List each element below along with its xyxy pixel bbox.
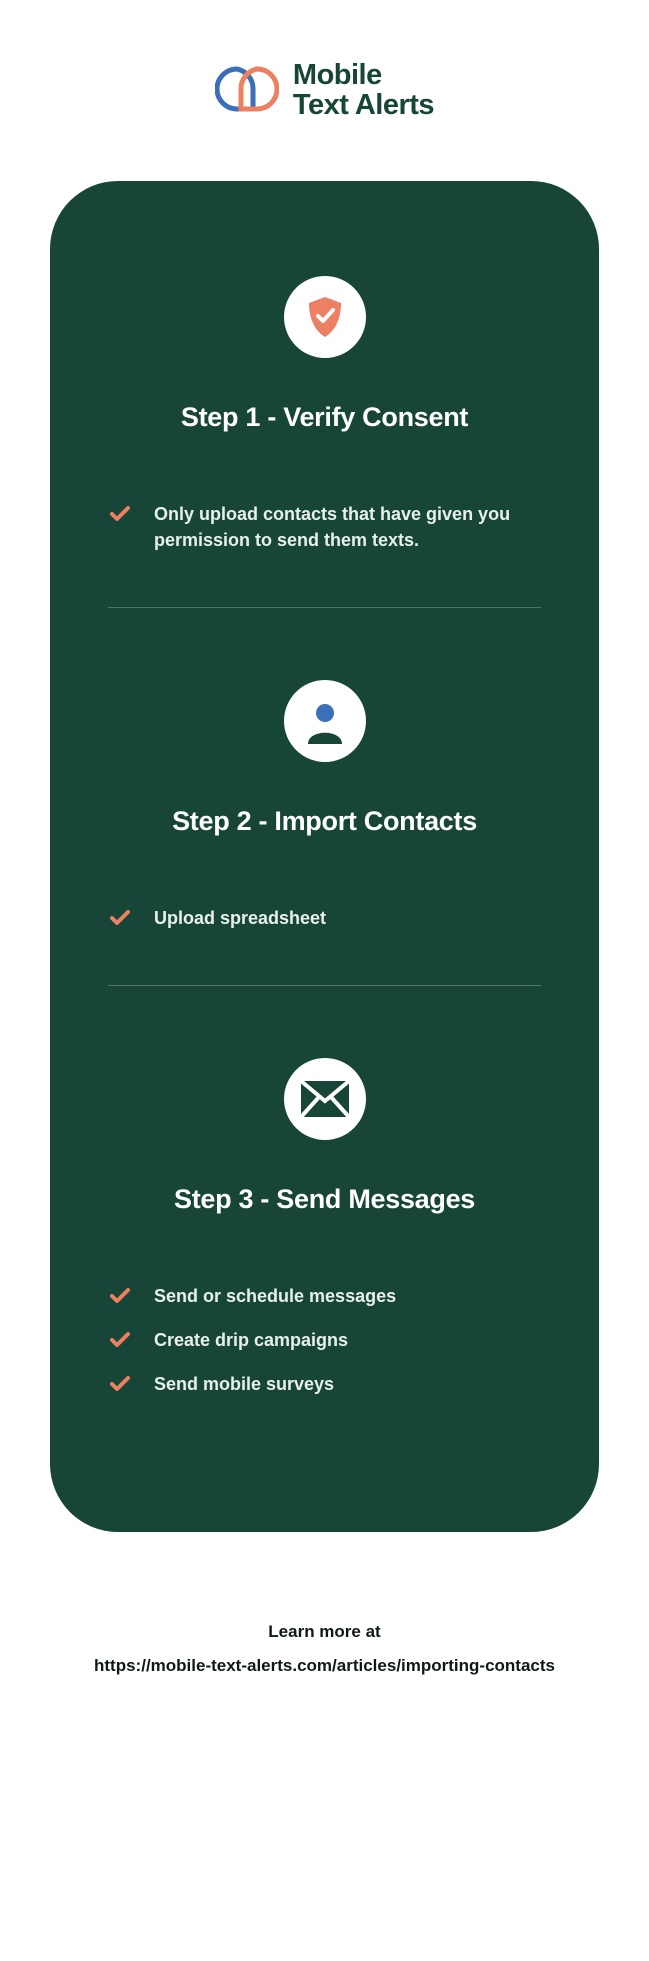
list-item: Send mobile surveys — [108, 1371, 541, 1397]
bullets: Upload spreadsheet — [98, 905, 551, 931]
step-3: Step 3 - Send Messages Send or schedule … — [98, 1058, 551, 1397]
check-icon — [108, 1328, 132, 1352]
list-item: Create drip campaigns — [108, 1327, 541, 1353]
check-icon — [108, 906, 132, 930]
logo: Mobile Text Alerts — [215, 60, 434, 121]
step-2: Step 2 - Import Contacts Upload spreadsh… — [98, 680, 551, 931]
steps-card: Step 1 - Verify Consent Only upload cont… — [50, 181, 599, 1533]
check-icon — [108, 1284, 132, 1308]
list-item: Upload spreadsheet — [108, 905, 541, 931]
divider — [108, 985, 541, 986]
bullet-text: Send or schedule messages — [154, 1283, 396, 1309]
logo-line1: Mobile — [293, 60, 434, 90]
footer: Learn more at https://mobile-text-alerts… — [94, 1622, 555, 1676]
list-item: Send or schedule messages — [108, 1283, 541, 1309]
divider — [108, 607, 541, 608]
step-title: Step 2 - Import Contacts — [172, 806, 477, 837]
logo-line2: Text Alerts — [293, 90, 434, 120]
person-icon — [284, 680, 366, 762]
bullet-text: Send mobile surveys — [154, 1371, 334, 1397]
bullets: Send or schedule messages Create drip ca… — [98, 1283, 551, 1397]
envelope-icon — [284, 1058, 366, 1140]
bullets: Only upload contacts that have given you… — [98, 501, 551, 553]
footer-learn-more: Learn more at — [94, 1622, 555, 1642]
list-item: Only upload contacts that have given you… — [108, 501, 541, 553]
footer-url: https://mobile-text-alerts.com/articles/… — [94, 1656, 555, 1676]
shield-check-icon — [284, 276, 366, 358]
step-title: Step 3 - Send Messages — [174, 1184, 475, 1215]
logo-text: Mobile Text Alerts — [293, 60, 434, 121]
bullet-text: Upload spreadsheet — [154, 905, 326, 931]
step-title: Step 1 - Verify Consent — [181, 402, 468, 433]
check-icon — [108, 1372, 132, 1396]
check-icon — [108, 502, 132, 526]
step-1: Step 1 - Verify Consent Only upload cont… — [98, 276, 551, 553]
bullet-text: Only upload contacts that have given you… — [154, 501, 541, 553]
logo-icon — [215, 65, 279, 115]
bullet-text: Create drip campaigns — [154, 1327, 348, 1353]
